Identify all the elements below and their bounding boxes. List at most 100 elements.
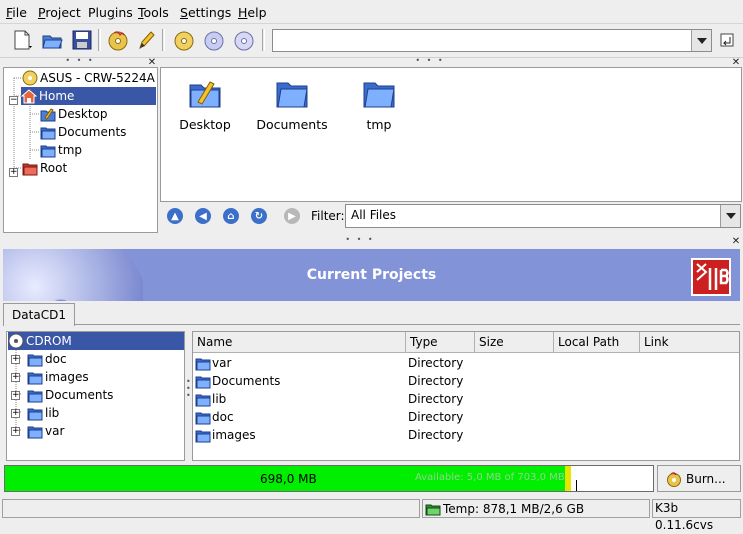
- row-type: Directory: [408, 374, 464, 388]
- capacity-bar: 698,0 MB Available: 5,0 MB of 703,0 MB: [4, 465, 654, 492]
- project-item-lib[interactable]: + lib: [11, 404, 61, 422]
- file-icon-desktop[interactable]: Desktop: [160, 76, 250, 132]
- column-header-link[interactable]: Link: [640, 332, 739, 353]
- file-icon-documents[interactable]: Documents: [247, 76, 337, 132]
- main-toolbar: [0, 25, 743, 58]
- table-row[interactable]: lib Directory: [193, 390, 738, 408]
- desktop-folder-icon: [189, 81, 221, 108]
- tree-expander[interactable]: +: [11, 354, 20, 364]
- capacity-available-label: Available: 5,0 MB of 703,0 MB: [415, 472, 565, 483]
- column-header-name[interactable]: Name: [193, 332, 406, 353]
- projects-header: Current Projects: [3, 249, 740, 301]
- menu-help[interactable]: Help: [238, 5, 267, 20]
- new-document-icon: [14, 30, 32, 50]
- tree-item-home[interactable]: Home: [21, 87, 156, 105]
- project-item-documents[interactable]: + Documents: [11, 386, 115, 404]
- folder-icon: [27, 390, 43, 403]
- file-view: Desktop Documents tmp: [160, 67, 742, 202]
- tree-item-tmp[interactable]: tmp: [40, 141, 84, 159]
- burn-button[interactable]: Burn...: [657, 465, 741, 492]
- cdrom-icon: [8, 333, 24, 349]
- up-button[interactable]: ▲: [167, 208, 183, 224]
- location-combo[interactable]: [272, 29, 712, 52]
- panel-grip[interactable]: • • •: [340, 236, 380, 245]
- tree-expander[interactable]: +: [11, 408, 20, 418]
- save-button[interactable]: [70, 28, 94, 52]
- table-row[interactable]: var Directory: [193, 354, 738, 372]
- new-project-button[interactable]: [10, 28, 34, 52]
- project-item-images[interactable]: + images: [11, 368, 91, 386]
- chevron-down-icon[interactable]: [691, 30, 711, 51]
- tree-item-documents[interactable]: Documents: [40, 123, 128, 141]
- project-item-var[interactable]: + var: [11, 422, 66, 440]
- arrow-left-icon: ◀: [199, 210, 207, 222]
- filter-label: Filter:: [311, 209, 345, 223]
- status-message: [2, 499, 420, 518]
- table-row[interactable]: doc Directory: [193, 408, 738, 426]
- filter-combo[interactable]: All Files: [345, 204, 741, 228]
- folder-icon: [40, 127, 56, 140]
- directory-tree: − + ASUS - CRW-5224A Home Desktop Docume…: [3, 67, 158, 233]
- panel-grip[interactable]: • • •: [60, 57, 100, 66]
- row-type: Directory: [408, 410, 464, 424]
- tree-expander[interactable]: +: [11, 426, 20, 436]
- folder-icon: [40, 145, 56, 158]
- menu-project[interactable]: Project: [38, 5, 81, 20]
- close-icon[interactable]: ✕: [730, 236, 742, 248]
- table-row[interactable]: Documents Directory: [193, 372, 738, 390]
- format-dvd-button[interactable]: [232, 28, 256, 52]
- cdrom-drive-icon: [22, 70, 38, 86]
- copy-cd-button[interactable]: [172, 28, 196, 52]
- tree-expander[interactable]: +: [11, 390, 20, 400]
- folder-icon: [195, 427, 211, 446]
- table-row[interactable]: images Directory: [193, 426, 738, 444]
- tree-expander[interactable]: −: [9, 91, 19, 105]
- tree-expander[interactable]: +: [9, 163, 19, 177]
- column-header-local-path[interactable]: Local Path: [554, 332, 640, 353]
- projects-title: Current Projects: [306, 267, 437, 283]
- clear-location-button[interactable]: [716, 28, 738, 52]
- burn-cd-icon: [667, 471, 681, 487]
- folder-icon: [27, 426, 43, 439]
- menu-file[interactable]: File: [6, 5, 27, 20]
- tree-item-cdrom-drive[interactable]: ASUS - CRW-5224A: [22, 69, 157, 87]
- row-name: Documents: [212, 374, 281, 388]
- open-button[interactable]: [40, 28, 64, 52]
- tree-expander[interactable]: +: [11, 372, 20, 382]
- dvd-icon: [234, 31, 254, 51]
- edit-button[interactable]: [134, 28, 158, 52]
- temp-space-label: Temp: 878,1 MB/2,6 GB: [443, 501, 585, 516]
- row-name: images: [212, 428, 256, 442]
- folder-icon: [276, 82, 308, 108]
- save-icon: [72, 30, 92, 50]
- status-version: K3b 0.11.6cvs: [652, 499, 741, 532]
- file-icon-tmp[interactable]: tmp: [334, 76, 424, 132]
- tab-datacd1[interactable]: DataCD1: [3, 303, 75, 326]
- reload-button[interactable]: ↻: [251, 208, 267, 224]
- menu-tools[interactable]: Tools: [138, 5, 169, 20]
- chevron-down-icon[interactable]: [720, 205, 740, 227]
- back-button[interactable]: ◀: [195, 208, 211, 224]
- capacity-tick: [576, 480, 577, 491]
- menu-plugins[interactable]: Plugins: [88, 5, 133, 20]
- tree-item-desktop[interactable]: Desktop: [40, 105, 110, 123]
- desktop-folder-icon: [40, 108, 56, 122]
- folder-icon: [27, 408, 43, 421]
- project-item-doc[interactable]: + doc: [11, 350, 69, 368]
- home-button[interactable]: ⌂: [223, 208, 239, 224]
- project-root-cdrom[interactable]: CDROM: [8, 332, 184, 350]
- panel-grip[interactable]: • • •: [410, 57, 450, 66]
- menu-settings[interactable]: Settings: [180, 5, 231, 20]
- home-icon: [21, 89, 37, 104]
- column-header-type[interactable]: Type: [406, 332, 475, 353]
- row-name: lib: [212, 392, 227, 406]
- blank-cd-button[interactable]: [202, 28, 226, 52]
- home-icon: ⌂: [227, 210, 235, 222]
- tree-item-root[interactable]: Root: [22, 159, 69, 177]
- row-type: Directory: [408, 428, 464, 442]
- vertical-splitter[interactable]: • • •: [186, 378, 191, 408]
- column-header-size[interactable]: Size: [475, 332, 554, 353]
- burn-toolbar-button[interactable]: [106, 28, 130, 52]
- forward-button[interactable]: ▶: [284, 208, 300, 224]
- capacity-overburn-marker: [565, 466, 571, 491]
